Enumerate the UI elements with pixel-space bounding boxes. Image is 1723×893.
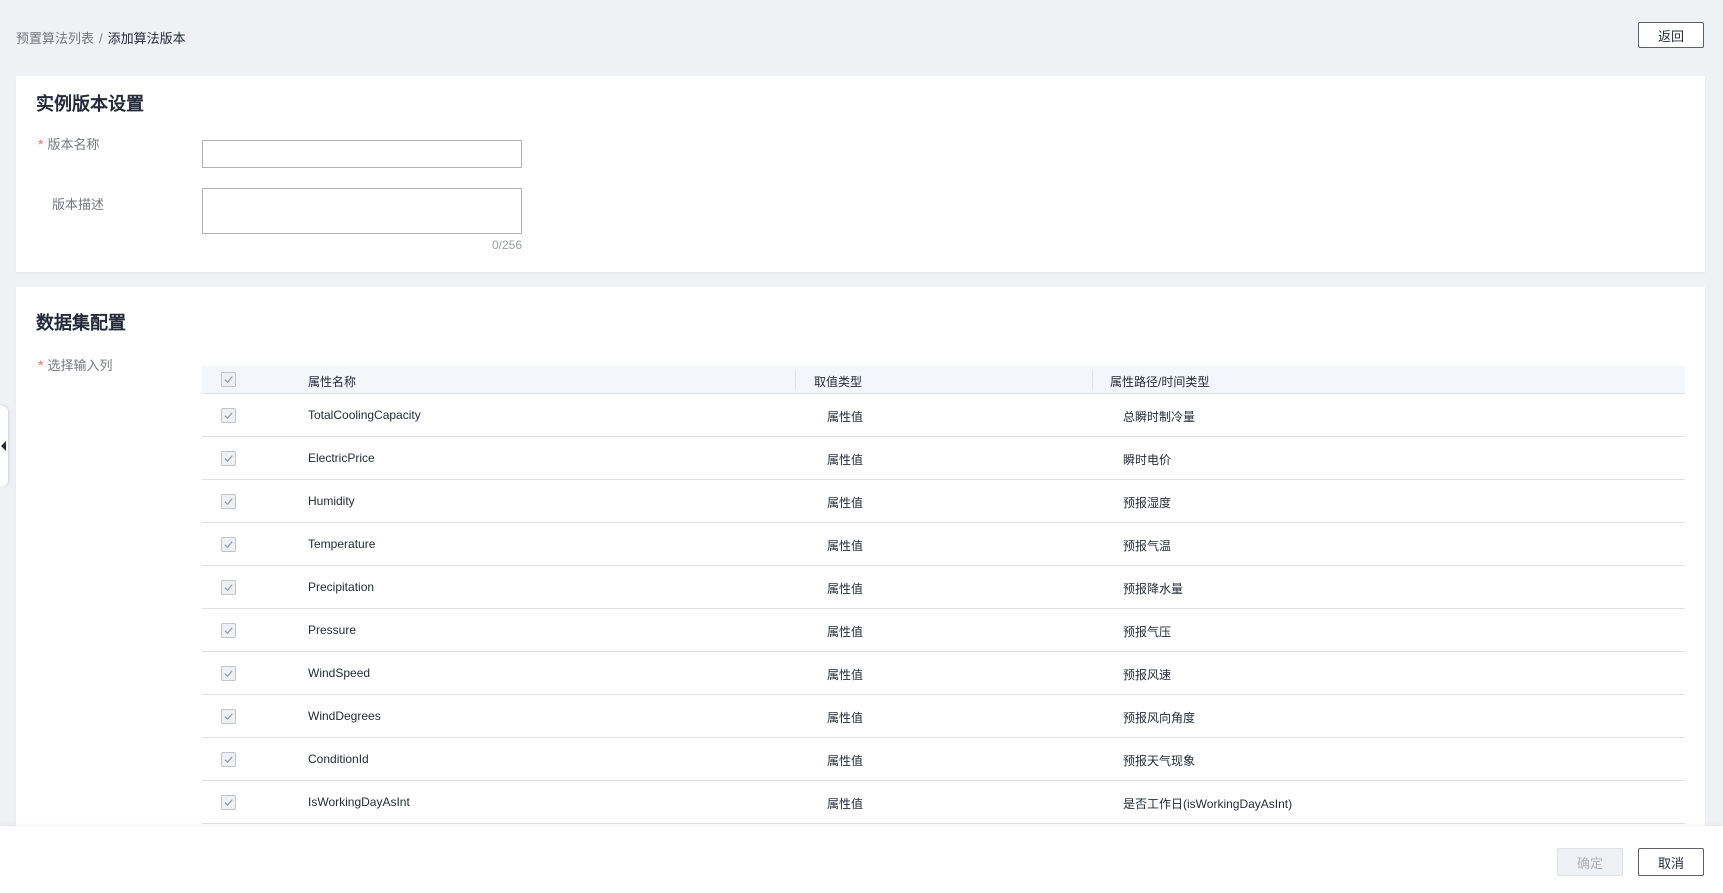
row-value-type: 属性值	[827, 496, 864, 510]
version-name-input[interactable]	[202, 140, 522, 168]
table-row: WindDegrees 属性值 预报风向角度	[202, 695, 1685, 738]
version-name-label-text: 版本名称	[47, 137, 100, 152]
table-row: ElectricPrice 属性值 瞬时电价	[202, 437, 1685, 480]
input-columns-label: * 选择输入列	[38, 355, 112, 374]
version-desc-label: 版本描述	[52, 197, 105, 212]
row-attr-name: Precipitation	[308, 580, 375, 594]
row-attr-name: ConditionId	[308, 752, 369, 766]
instance-section-title: 实例版本设置	[36, 94, 144, 114]
row-attr-path: 预报降水量	[1123, 582, 1184, 596]
row-checkbox[interactable]	[221, 537, 236, 552]
row-checkbox[interactable]	[221, 408, 236, 423]
row-value-type: 属性值	[827, 539, 864, 553]
breadcrumb-parent-link[interactable]: 预置算法列表	[16, 31, 94, 46]
row-attr-path: 瞬时电价	[1123, 453, 1172, 467]
table-row: WindSpeed 属性值 预报风速	[202, 652, 1685, 695]
check-icon	[224, 376, 233, 384]
row-value-type: 属性值	[827, 582, 864, 596]
row-value-type: 属性值	[827, 711, 864, 725]
cancel-button[interactable]: 取消	[1638, 848, 1704, 876]
check-icon	[224, 713, 233, 721]
row-attr-name: ElectricPrice	[308, 451, 375, 465]
table-row: Precipitation 属性值 预报降水量	[202, 566, 1685, 609]
breadcrumb-current: 添加算法版本	[107, 31, 186, 46]
row-checkbox[interactable]	[221, 666, 236, 681]
check-icon	[224, 455, 233, 463]
table-row: ConditionId 属性值 预报天气现象	[202, 738, 1685, 781]
row-value-type: 属性值	[827, 754, 864, 768]
row-attr-path: 预报风向角度	[1123, 711, 1196, 725]
required-mark: *	[38, 357, 44, 373]
top-bar: 预置算法列表 / 添加算法版本 返回	[0, 0, 1723, 72]
check-icon	[224, 541, 233, 549]
table-row: TotalCoolingCapacity 属性值 总瞬时制冷量	[202, 394, 1685, 437]
row-checkbox[interactable]	[221, 623, 236, 638]
table-header: 属性名称 取值类型 属性路径/时间类型	[202, 366, 1685, 394]
confirm-button[interactable]: 确定	[1557, 848, 1623, 876]
select-all-checkbox[interactable]	[221, 372, 236, 387]
row-attr-path: 预报气温	[1123, 539, 1172, 553]
caret-left-icon	[1, 441, 6, 451]
row-checkbox[interactable]	[221, 580, 236, 595]
table-row: IsWorkingDayAsInt 属性值 是否工作日(isWorkingDay…	[202, 781, 1685, 824]
breadcrumb: 预置算法列表 / 添加算法版本	[16, 28, 186, 47]
check-icon	[224, 627, 233, 635]
row-attr-name: Pressure	[308, 623, 357, 637]
row-checkbox[interactable]	[221, 494, 236, 509]
column-header-name: 属性名称	[308, 375, 357, 389]
table-row: Pressure 属性值 预报气压	[202, 609, 1685, 652]
dataset-config-card: 数据集配置 * 选择输入列 属性名称 取值类型 属性路径/时间类型 TotalCo…	[16, 287, 1705, 827]
table-row: Humidity 属性值 预报湿度	[202, 480, 1685, 523]
row-checkbox[interactable]	[221, 451, 236, 466]
check-icon	[224, 584, 233, 592]
column-header-type: 取值类型	[814, 375, 863, 389]
row-attr-name: Temperature	[308, 537, 376, 551]
row-attr-name: WindSpeed	[308, 666, 371, 680]
breadcrumb-separator: /	[99, 31, 103, 46]
row-attr-path: 预报湿度	[1123, 496, 1172, 510]
row-attr-path: 预报风速	[1123, 668, 1172, 682]
input-columns-table: 属性名称 取值类型 属性路径/时间类型 TotalCoolingCapacity…	[202, 366, 1685, 824]
column-divider	[1092, 370, 1093, 390]
row-value-type: 属性值	[827, 625, 864, 639]
check-icon	[224, 670, 233, 678]
row-attr-name: IsWorkingDayAsInt	[308, 795, 410, 809]
check-icon	[224, 412, 233, 420]
check-icon	[224, 756, 233, 764]
row-attr-path: 预报天气现象	[1123, 754, 1196, 768]
row-attr-path: 预报气压	[1123, 625, 1172, 639]
row-attr-name: TotalCoolingCapacity	[308, 408, 421, 422]
version-name-label: * 版本名称	[38, 134, 99, 153]
row-checkbox[interactable]	[221, 795, 236, 810]
row-value-type: 属性值	[827, 410, 864, 424]
sidebar-collapse-toggle[interactable]	[0, 406, 8, 486]
row-attr-name: WindDegrees	[308, 709, 381, 723]
row-attr-name: Humidity	[308, 494, 355, 508]
row-checkbox[interactable]	[221, 709, 236, 724]
footer-bar: 确定 取消	[0, 826, 1723, 893]
table-row: Temperature 属性值 预报气温	[202, 523, 1685, 566]
check-icon	[224, 799, 233, 807]
column-divider	[795, 370, 796, 390]
column-header-path: 属性路径/时间类型	[1110, 375, 1210, 389]
row-value-type: 属性值	[827, 453, 864, 467]
version-desc-textarea[interactable]	[202, 188, 522, 234]
required-mark: *	[38, 136, 44, 152]
desc-char-counter: 0/256	[492, 238, 523, 252]
row-checkbox[interactable]	[221, 752, 236, 767]
dataset-section-title: 数据集配置	[36, 313, 126, 333]
instance-version-settings-card: 实例版本设置 * 版本名称 版本描述 0/256	[16, 76, 1705, 272]
row-attr-path: 总瞬时制冷量	[1123, 410, 1196, 424]
input-columns-label-text: 选择输入列	[47, 358, 113, 373]
row-value-type: 属性值	[827, 668, 864, 682]
row-value-type: 属性值	[827, 797, 864, 811]
row-attr-path: 是否工作日(isWorkingDayAsInt)	[1123, 797, 1293, 811]
check-icon	[224, 498, 233, 506]
back-button[interactable]: 返回	[1638, 22, 1704, 48]
